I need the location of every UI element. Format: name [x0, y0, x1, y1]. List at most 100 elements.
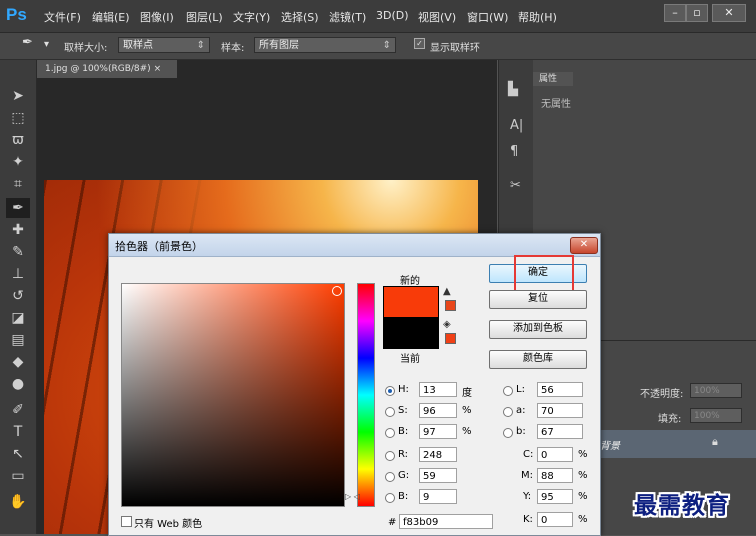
hex-input[interactable]: f83b09: [399, 514, 493, 529]
menu-edit[interactable]: 编辑(E): [92, 9, 130, 25]
color-field[interactable]: [121, 283, 345, 507]
blur-tool-icon[interactable]: ◆: [6, 352, 30, 372]
c-unit: %: [578, 449, 588, 460]
web-safe-swatch[interactable]: [445, 333, 456, 344]
clone-stamp-tool-icon[interactable]: ⊥: [6, 264, 30, 284]
c-input[interactable]: 0: [537, 447, 573, 462]
sample-size-label: 取样大小:: [64, 43, 108, 54]
move-tool-icon[interactable]: ➤: [6, 86, 30, 106]
add-to-swatches-button[interactable]: 添加到色板: [489, 320, 587, 339]
layer-row[interactable]: [596, 430, 756, 458]
healing-brush-tool-icon[interactable]: ✚: [6, 220, 30, 240]
properties-tab[interactable]: 属性: [533, 72, 573, 86]
g-input[interactable]: 59: [419, 468, 457, 483]
r-input[interactable]: 248: [419, 447, 457, 462]
hue-slider-arrows-icon[interactable]: ▷ ◁: [345, 492, 360, 501]
history-brush-tool-icon[interactable]: ↺: [6, 286, 30, 306]
brush-tool-icon[interactable]: ✎: [6, 242, 30, 262]
character-icon[interactable]: A|: [510, 118, 523, 133]
l-radio[interactable]: [503, 386, 513, 396]
b-radio[interactable]: [385, 493, 395, 503]
c-label: C:: [523, 449, 534, 460]
magic-wand-tool-icon[interactable]: ✦: [6, 152, 30, 172]
shape-tool-icon[interactable]: ▭: [6, 466, 30, 486]
s-input[interactable]: 96: [419, 403, 457, 418]
menu-layer[interactable]: 图层(L): [186, 9, 223, 25]
menu-select[interactable]: 选择(S): [281, 9, 319, 25]
brightness-radio[interactable]: [385, 428, 395, 438]
out-of-gamut-warning-icon[interactable]: ▲: [443, 286, 451, 297]
l-input[interactable]: 56: [537, 382, 583, 397]
minimize-icon[interactable]: –: [664, 4, 686, 22]
eyedropper-icon[interactable]: ✒: [22, 35, 33, 50]
watermark: 最需教育: [634, 492, 730, 519]
current-color-label: 当前: [400, 354, 420, 365]
not-web-safe-icon[interactable]: ◈: [443, 319, 451, 330]
show-ring-checkbox[interactable]: ✓: [414, 38, 425, 49]
color-field-marker[interactable]: [332, 286, 342, 296]
eyedropper-tool-icon[interactable]: ✒: [6, 198, 30, 218]
color-libraries-button[interactable]: 颜色库: [489, 350, 587, 369]
brightness-unit: %: [462, 426, 472, 437]
menu-3d[interactable]: 3D(D): [376, 9, 409, 22]
h-input[interactable]: 13: [419, 382, 457, 397]
web-colors-only-checkbox[interactable]: [121, 516, 132, 527]
pen-tool-icon[interactable]: ✐: [6, 400, 30, 420]
lab-b-radio[interactable]: [503, 428, 513, 438]
h-unit: 度: [462, 388, 472, 399]
reset-button[interactable]: 复位: [489, 290, 587, 309]
type-tool-icon[interactable]: T: [6, 422, 30, 442]
y-input[interactable]: 95: [537, 489, 573, 504]
s-radio[interactable]: [385, 407, 395, 417]
document-tab[interactable]: 1.jpg @ 100%(RGB/8#) ×: [37, 60, 177, 78]
r-radio[interactable]: [385, 451, 395, 461]
dialog-titlebar[interactable]: 拾色器（前景色） ✕: [109, 234, 600, 257]
g-radio[interactable]: [385, 472, 395, 482]
a-radio[interactable]: [503, 407, 513, 417]
tool-presets-icon[interactable]: ✂: [510, 178, 521, 193]
menu-image[interactable]: 图像(I): [140, 9, 174, 25]
close-icon[interactable]: ✕: [712, 4, 746, 22]
menu-view[interactable]: 视图(V): [418, 9, 456, 25]
path-selection-tool-icon[interactable]: ↖: [6, 444, 30, 464]
close-tab-icon[interactable]: ×: [154, 64, 162, 74]
k-input[interactable]: 0: [537, 512, 573, 527]
h-radio[interactable]: [385, 386, 395, 396]
sample-size-select[interactable]: 取样点 ⇕: [118, 37, 210, 53]
select-arrows-icon: ⇕: [382, 40, 391, 51]
paragraph-icon[interactable]: ¶: [510, 144, 518, 159]
eraser-tool-icon[interactable]: ◪: [6, 308, 30, 328]
gradient-tool-icon[interactable]: ▤: [6, 330, 30, 350]
b-input[interactable]: 9: [419, 489, 457, 504]
histogram-icon[interactable]: ▙: [508, 82, 518, 97]
lab-b-input[interactable]: 67: [537, 424, 583, 439]
current-color-swatch[interactable]: [383, 317, 439, 349]
new-color-label: 新的: [400, 276, 420, 287]
dodge-tool-icon[interactable]: ●: [6, 374, 30, 394]
gamut-correction-swatch[interactable]: [445, 300, 456, 311]
lasso-tool-icon[interactable]: ϖ: [6, 130, 30, 150]
h-label: H:: [398, 384, 409, 395]
hand-tool-icon[interactable]: ✋: [6, 492, 30, 512]
crop-tool-icon[interactable]: ⌗: [6, 174, 30, 194]
opacity-input[interactable]: 100%: [690, 383, 742, 398]
chevron-down-icon[interactable]: ▾: [44, 39, 49, 50]
fill-input[interactable]: 100%: [690, 408, 742, 423]
s-unit: %: [462, 405, 472, 416]
menu-window[interactable]: 窗口(W): [467, 9, 508, 25]
maximize-icon[interactable]: ▫: [686, 4, 708, 22]
marquee-tool-icon[interactable]: ⬚: [6, 108, 30, 128]
menu-filter[interactable]: 滤镜(T): [329, 9, 366, 25]
sample-select[interactable]: 所有图层 ⇕: [254, 37, 396, 53]
a-label: a:: [516, 405, 526, 416]
hue-slider[interactable]: [357, 283, 375, 507]
r-label: R:: [398, 449, 409, 460]
close-icon[interactable]: ✕: [570, 237, 598, 254]
menu-file[interactable]: 文件(F): [44, 9, 81, 25]
m-input[interactable]: 88: [537, 468, 573, 483]
a-input[interactable]: 70: [537, 403, 583, 418]
menu-type[interactable]: 文字(Y): [233, 9, 270, 25]
menu-help[interactable]: 帮助(H): [518, 9, 557, 25]
brightness-input[interactable]: 97: [419, 424, 457, 439]
s-label: S:: [398, 405, 408, 416]
